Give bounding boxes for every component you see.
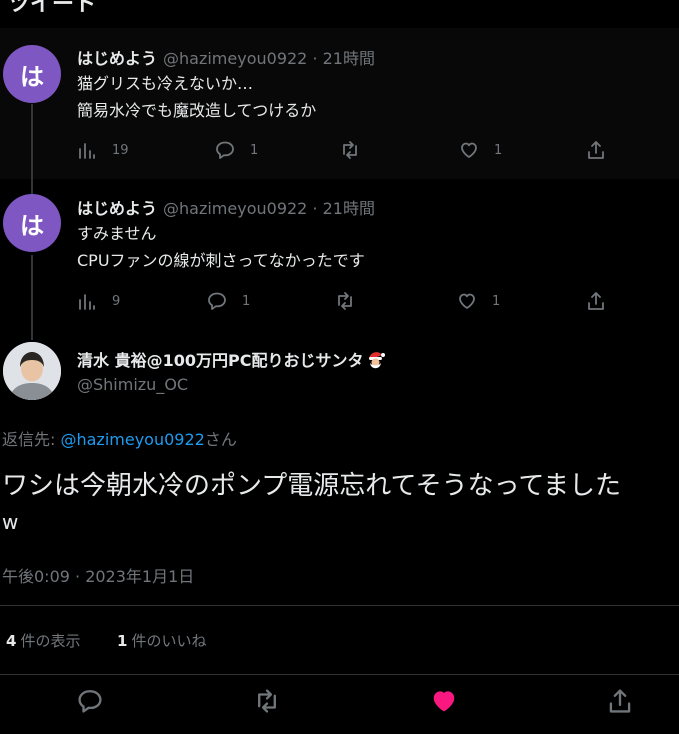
reply-button[interactable]: 1 [207,291,250,311]
share-button[interactable] [586,291,606,311]
views-button[interactable]: 19 [77,140,129,160]
thread-line [31,104,33,179]
views-count: 9 [112,293,121,309]
reply-tweet-1[interactable]: は はじめよう @hazimeyou0922 · 21時間 猫グリスも冷えないか…… [0,28,679,179]
reply-tweet-2[interactable]: は はじめよう @hazimeyou0922 · 21時間 すみません CPUファ… [0,179,679,340]
page-title: ツイート [8,0,97,17]
share-button[interactable] [586,140,606,160]
tweet-timestamp[interactable]: 午後0:09 · 2023年1月1日 [2,563,194,587]
reply-to-prefix: 返信先: [2,430,61,449]
reply-count: 1 [250,142,259,158]
reply-button[interactable] [77,688,103,718]
like-count: 1 [492,293,501,309]
tweet-text-line: 簡易水冷でも魔改造してつけるか [77,101,317,120]
retweet-button[interactable] [335,291,355,311]
author-meta: @hazimeyou0922 · 21時間 [163,199,375,218]
like-button[interactable]: 1 [459,140,502,160]
quote-stat[interactable]: 4 件の表示 [6,630,80,651]
reply-to-link[interactable]: @hazimeyou0922 [60,430,204,449]
retweet-icon [343,141,357,159]
reply-count: 1 [242,293,251,309]
retweet-button[interactable] [254,688,280,718]
views-button[interactable]: 9 [77,291,120,311]
author-meta: @hazimeyou0922 · 21時間 [163,49,375,68]
avatar[interactable] [3,342,61,400]
tweet-text-line: 猫グリスも冷えないか… [77,74,254,93]
share-icon [588,292,604,310]
reply-icon [208,292,226,310]
reply-icon [78,690,102,713]
reply-to-line: 返信先: @hazimeyou0922さん [2,426,237,450]
like-icon [461,142,477,158]
views-icon [79,143,95,159]
quote-label: 件の表示 [20,632,81,650]
retweet-icon [258,689,276,713]
share-button[interactable] [607,688,633,718]
like-button[interactable]: 1 [457,291,500,311]
share-icon [609,689,631,713]
like-icon [433,691,455,712]
views-count: 19 [112,142,129,158]
divider [0,674,679,675]
thread-line [31,255,33,340]
retweet-icon [338,292,352,310]
share-icon [588,141,604,159]
like-count: 1 [494,142,503,158]
views-icon [79,294,95,310]
reply-icon [216,141,234,159]
like-stat-count: 1 [117,632,128,650]
tweet-text: ワシは今朝水冷のポンプ電源忘れてそうなってました [2,471,622,501]
divider [0,605,679,606]
author-handle[interactable]: @Shimizu_OC [77,375,188,394]
author-name[interactable]: はじめよう [77,199,157,218]
retweet-button[interactable] [340,140,360,160]
tweet-text-line: CPUファンの線が刺さってなかったです [77,251,365,270]
like-icon [459,293,475,309]
like-stat-label: 件のいいね [131,632,207,650]
author-name[interactable]: はじめよう [77,49,157,68]
reply-to-suffix: さん [204,430,237,449]
author-name[interactable]: 清水 貴裕@100万円PC配りおじサンタ [77,351,363,370]
tweet-text-line: すみません [77,224,157,243]
quote-count: 4 [6,632,17,650]
reply-button[interactable]: 1 [215,140,258,160]
action-bar: 9 1 1 [77,291,617,315]
avatar[interactable]: は [3,45,61,103]
like-button[interactable] [431,688,457,718]
action-bar: 19 1 1 [77,140,617,164]
avatar[interactable]: は [3,194,61,252]
profile-photo [3,342,61,400]
like-stat[interactable]: 1 件のいいね [117,630,206,651]
santa-icon [365,349,387,375]
tweet-text-continued: w [2,510,19,534]
